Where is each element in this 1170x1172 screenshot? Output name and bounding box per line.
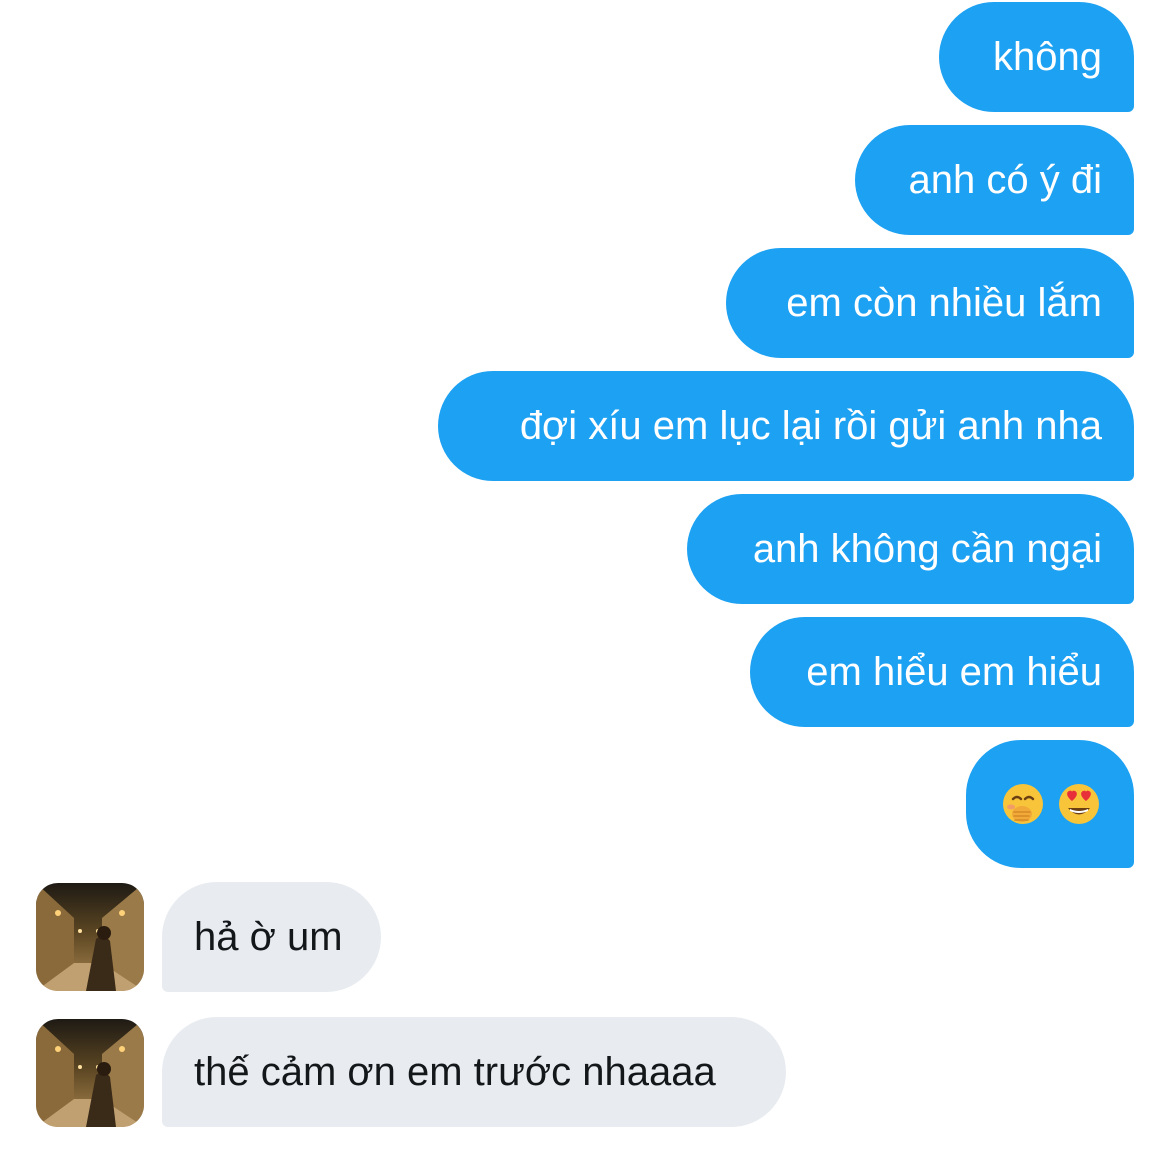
sent-message-1[interactable]: không xyxy=(939,2,1134,112)
received-message-2[interactable]: thế cảm ơn em trước nhaaaa xyxy=(162,1017,786,1127)
message-text: hả ờ um xyxy=(194,915,343,959)
sent-message-emoji[interactable] xyxy=(966,740,1134,868)
sent-message-2[interactable]: anh có ý đi xyxy=(855,125,1134,235)
message-text: thế cảm ơn em trước nhaaaa xyxy=(194,1050,716,1094)
received-message-1[interactable]: hả ờ um xyxy=(162,882,381,992)
sent-message-4[interactable]: đợi xíu em lục lại rồi gửi anh nha xyxy=(438,371,1134,481)
message-text: em còn nhiều lắm xyxy=(786,281,1102,325)
emoji-group xyxy=(1002,740,1100,868)
message-text: không xyxy=(993,35,1102,79)
sent-message-5[interactable]: anh không cần ngại xyxy=(687,494,1134,604)
heart-eyes-icon xyxy=(1058,783,1100,825)
avatar[interactable] xyxy=(36,1019,144,1127)
message-text: em hiểu em hiểu xyxy=(806,650,1102,694)
message-text: anh không cần ngại xyxy=(752,527,1102,571)
message-text: anh có ý đi xyxy=(908,158,1102,202)
sent-message-3[interactable]: em còn nhiều lắm xyxy=(726,248,1134,358)
message-text: đợi xíu em lục lại rồi gửi anh nha xyxy=(519,404,1102,448)
avatar[interactable] xyxy=(36,883,144,991)
face-with-hand-over-mouth-icon xyxy=(1002,783,1044,825)
sent-message-6[interactable]: em hiểu em hiểu xyxy=(750,617,1134,727)
